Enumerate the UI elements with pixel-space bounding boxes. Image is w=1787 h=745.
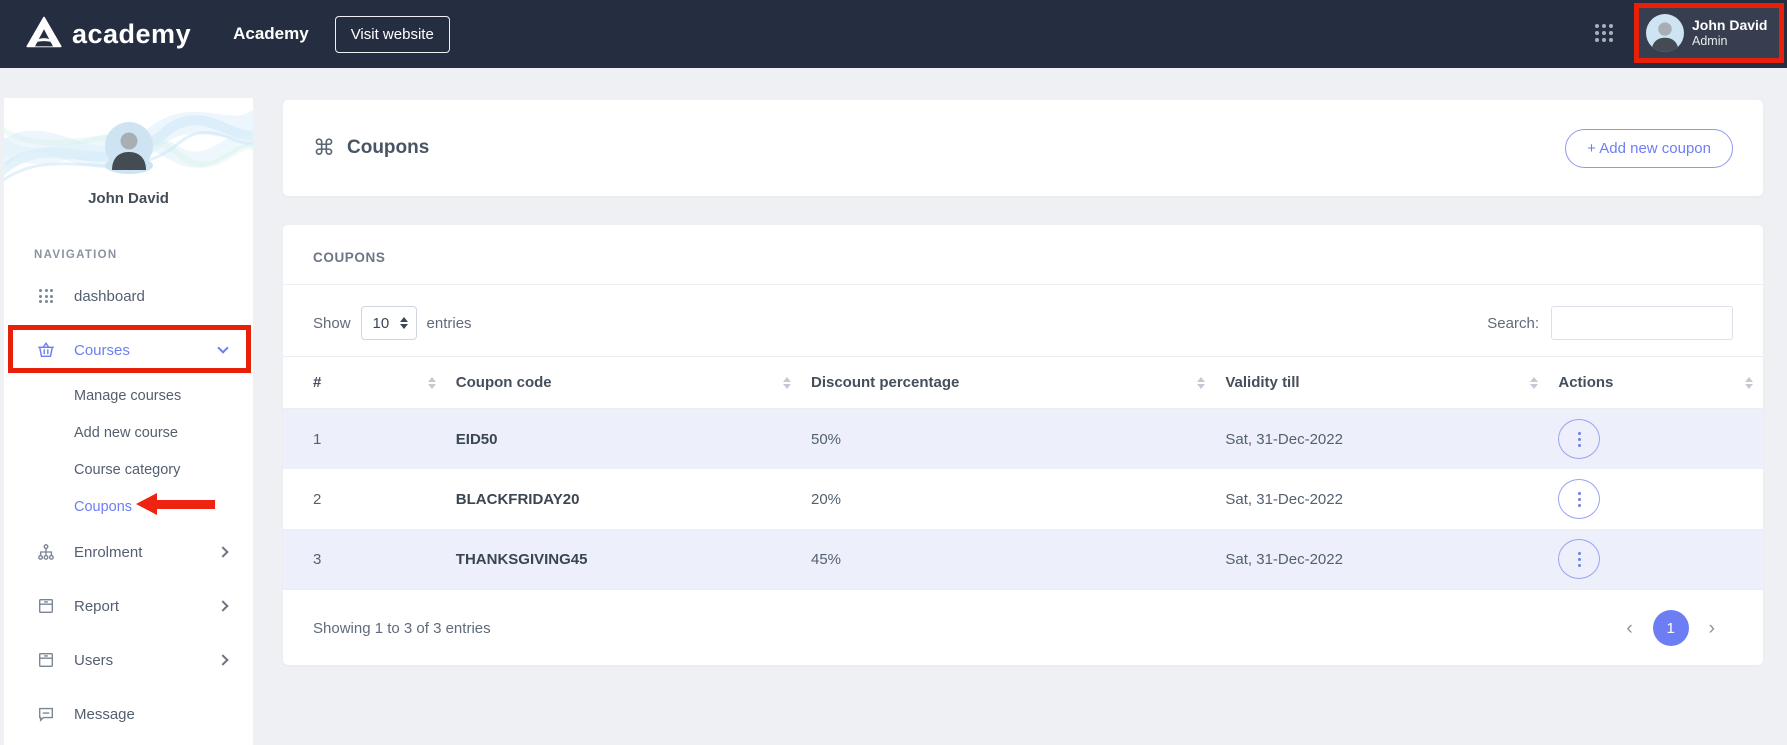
sidebar: John David NAVIGATION dashboard Courses … (4, 98, 253, 745)
column-header-coupon-code[interactable]: Coupon code (445, 356, 801, 409)
command-icon: ⌘ (313, 135, 335, 160)
search-label: Search: (1487, 314, 1539, 332)
user-avatar (1646, 14, 1684, 52)
visit-website-button[interactable]: Visit website (334, 15, 450, 53)
row-actions-kebab-button[interactable] (1558, 479, 1601, 519)
chevron-right-icon (217, 600, 229, 612)
show-label: Show (313, 314, 351, 332)
basket-icon (36, 341, 56, 359)
table-header-row: # Coupon code Discount percentage Validi… (283, 356, 1763, 409)
pagination-prev-icon[interactable]: ‹ (1626, 619, 1632, 638)
submenu-item-coupons[interactable]: Coupons (4, 488, 253, 525)
table-row: 2 BLACKFRIDAY20 20% Sat, 31-Dec-2022 (283, 469, 1763, 529)
sidebar-item-enrolment[interactable]: Enrolment (4, 525, 253, 579)
cell-discount: 20% (810, 490, 842, 508)
submenu-item-add-new-course[interactable]: Add new course (4, 414, 253, 451)
apps-grid-icon[interactable] (1595, 24, 1613, 42)
showing-entries-text: Showing 1 to 3 of 3 entries (313, 619, 491, 637)
cell-num: 2 (313, 490, 322, 508)
submenu-item-course-category[interactable]: Course category (4, 451, 253, 488)
logo-wordmark: academy (72, 18, 192, 49)
cell-num: 3 (313, 550, 322, 568)
table-footer: Showing 1 to 3 of 3 entries ‹ 1 › (313, 610, 1733, 646)
cell-coupon-code: EID50 (455, 430, 498, 448)
cell-coupon-code: THANKSGIVING45 (455, 550, 588, 568)
sidebar-avatar (104, 122, 153, 174)
search-input[interactable] (1551, 306, 1733, 340)
cell-num: 1 (313, 430, 322, 448)
page-title: Coupons (347, 137, 430, 158)
cell-discount: 50% (810, 430, 842, 448)
pagination-next-icon[interactable]: › (1709, 619, 1715, 638)
chevron-down-icon (217, 342, 229, 354)
user-profile-menu[interactable]: John David Admin (1634, 3, 1784, 63)
courses-submenu: Manage courses Add new course Course cat… (4, 377, 253, 525)
add-new-coupon-button[interactable]: + Add new coupon (1565, 128, 1733, 168)
sort-icon (1530, 376, 1539, 389)
sidebar-item-users[interactable]: Users (4, 633, 253, 687)
row-actions-kebab-button[interactable] (1558, 419, 1601, 459)
coupons-table: # Coupon code Discount percentage Validi… (283, 356, 1763, 590)
submenu-item-manage-courses[interactable]: Manage courses (4, 377, 253, 414)
column-header-discount[interactable]: Discount percentage (800, 356, 1216, 409)
archive-icon (36, 651, 56, 669)
table-row: 3 THANKSGIVING45 45% Sat, 31-Dec-2022 (283, 529, 1763, 590)
page: academy Academy Visit website John David… (0, 0, 1787, 745)
pagination-page-1[interactable]: 1 (1652, 610, 1689, 646)
sort-icon (1197, 376, 1206, 389)
sort-icon (1745, 376, 1753, 389)
pagination: ‹ 1 › (1626, 610, 1715, 646)
chat-bubble-icon (36, 705, 56, 723)
page-size-select[interactable]: 10 (360, 306, 417, 340)
sidebar-item-courses[interactable]: Courses (4, 323, 253, 377)
coupons-card: COUPONS Show 10 entries Search: # Coupon… (283, 225, 1763, 665)
top-header: academy Academy Visit website John David… (0, 0, 1787, 68)
sidebar-user-name: John David (88, 190, 169, 207)
table-controls: Show 10 entries Search: (313, 306, 1733, 340)
academy-logo[interactable]: academy (26, 16, 191, 53)
row-actions-kebab-button[interactable] (1558, 539, 1601, 579)
select-stepper-icon (399, 317, 408, 329)
column-header-actions[interactable]: Actions (1548, 356, 1763, 409)
sidebar-item-message[interactable]: Message (4, 687, 253, 741)
table-row: 1 EID50 50% Sat, 31-Dec-2022 (283, 408, 1763, 469)
sidebar-nav: dashboard Courses Manage courses Add new… (4, 269, 253, 741)
column-header-validity[interactable]: Validity till (1215, 356, 1549, 409)
card-title: COUPONS (283, 225, 1763, 285)
archive-icon (36, 597, 56, 615)
site-name: Academy (233, 24, 309, 43)
header-user-role: Admin (1692, 34, 1728, 48)
chevron-right-icon (217, 654, 229, 666)
cell-coupon-code: BLACKFRIDAY20 (455, 490, 580, 508)
cell-validity: Sat, 31-Dec-2022 (1225, 490, 1343, 508)
dashboard-grid-icon (36, 289, 56, 303)
sidebar-item-dashboard[interactable]: dashboard (4, 269, 253, 323)
sort-icon (782, 376, 791, 389)
entries-label: entries (426, 314, 472, 332)
cell-validity: Sat, 31-Dec-2022 (1225, 550, 1343, 568)
sitemap-icon (36, 543, 56, 561)
column-header-num[interactable]: # (283, 356, 446, 409)
sort-icon (427, 376, 436, 389)
chevron-right-icon (217, 546, 229, 558)
navigation-section-label: NAVIGATION (34, 249, 118, 261)
academy-logo-icon (26, 16, 62, 53)
page-title-card: ⌘ Coupons + Add new coupon (283, 100, 1763, 196)
sidebar-item-report[interactable]: Report (4, 579, 253, 633)
cell-validity: Sat, 31-Dec-2022 (1225, 430, 1343, 448)
cell-discount: 45% (810, 550, 842, 568)
header-user-name: John David (1692, 17, 1768, 33)
